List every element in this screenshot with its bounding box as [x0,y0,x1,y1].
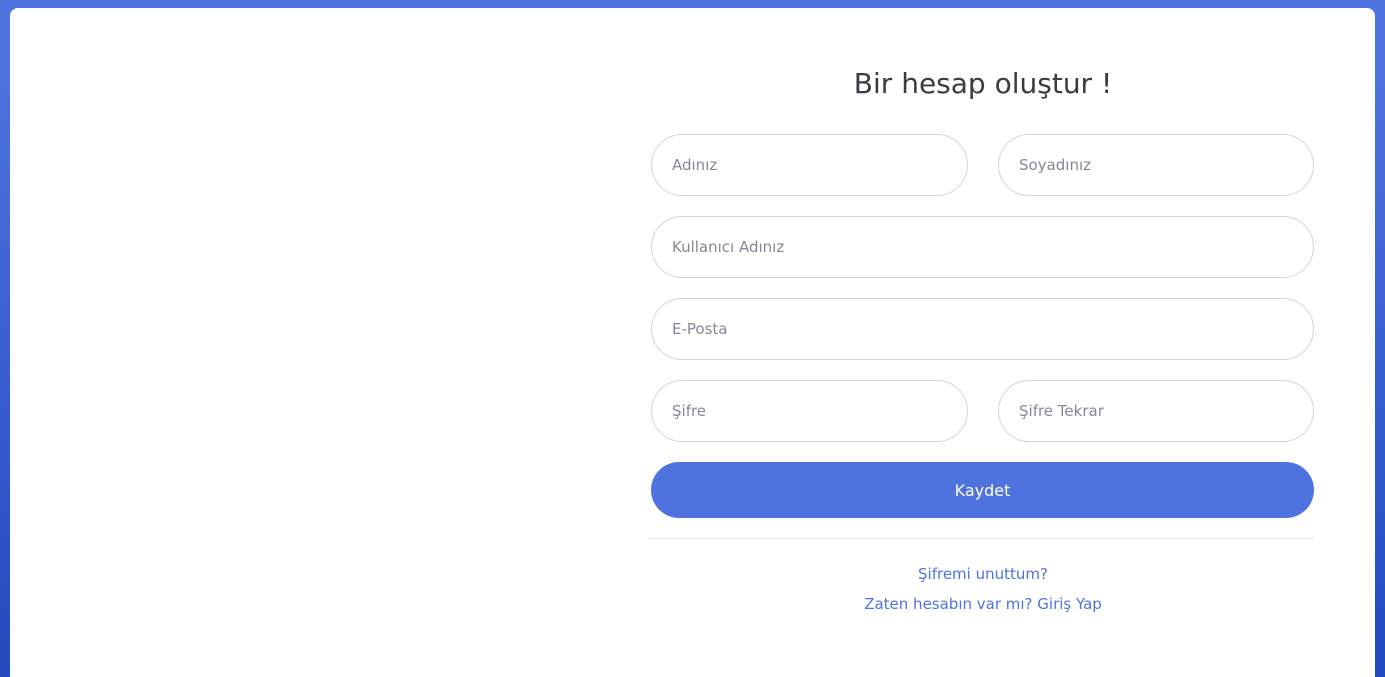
forgot-password-link[interactable]: Şifremi unuttum? [651,564,1315,584]
register-card: Bir hesap oluştur ! Kaydet Şifremi unutt… [10,8,1375,677]
login-link[interactable]: Zaten hesabın var mı? Giriş Yap [651,594,1315,614]
first-name-input[interactable] [651,134,968,196]
divider [649,538,1314,539]
password-repeat-input[interactable] [998,380,1314,442]
username-input[interactable] [651,216,1314,278]
last-name-input[interactable] [998,134,1314,196]
page-title: Bir hesap oluştur ! [853,67,1113,100]
email-input[interactable] [651,298,1314,360]
password-input[interactable] [651,380,968,442]
save-button[interactable]: Kaydet [651,462,1314,518]
